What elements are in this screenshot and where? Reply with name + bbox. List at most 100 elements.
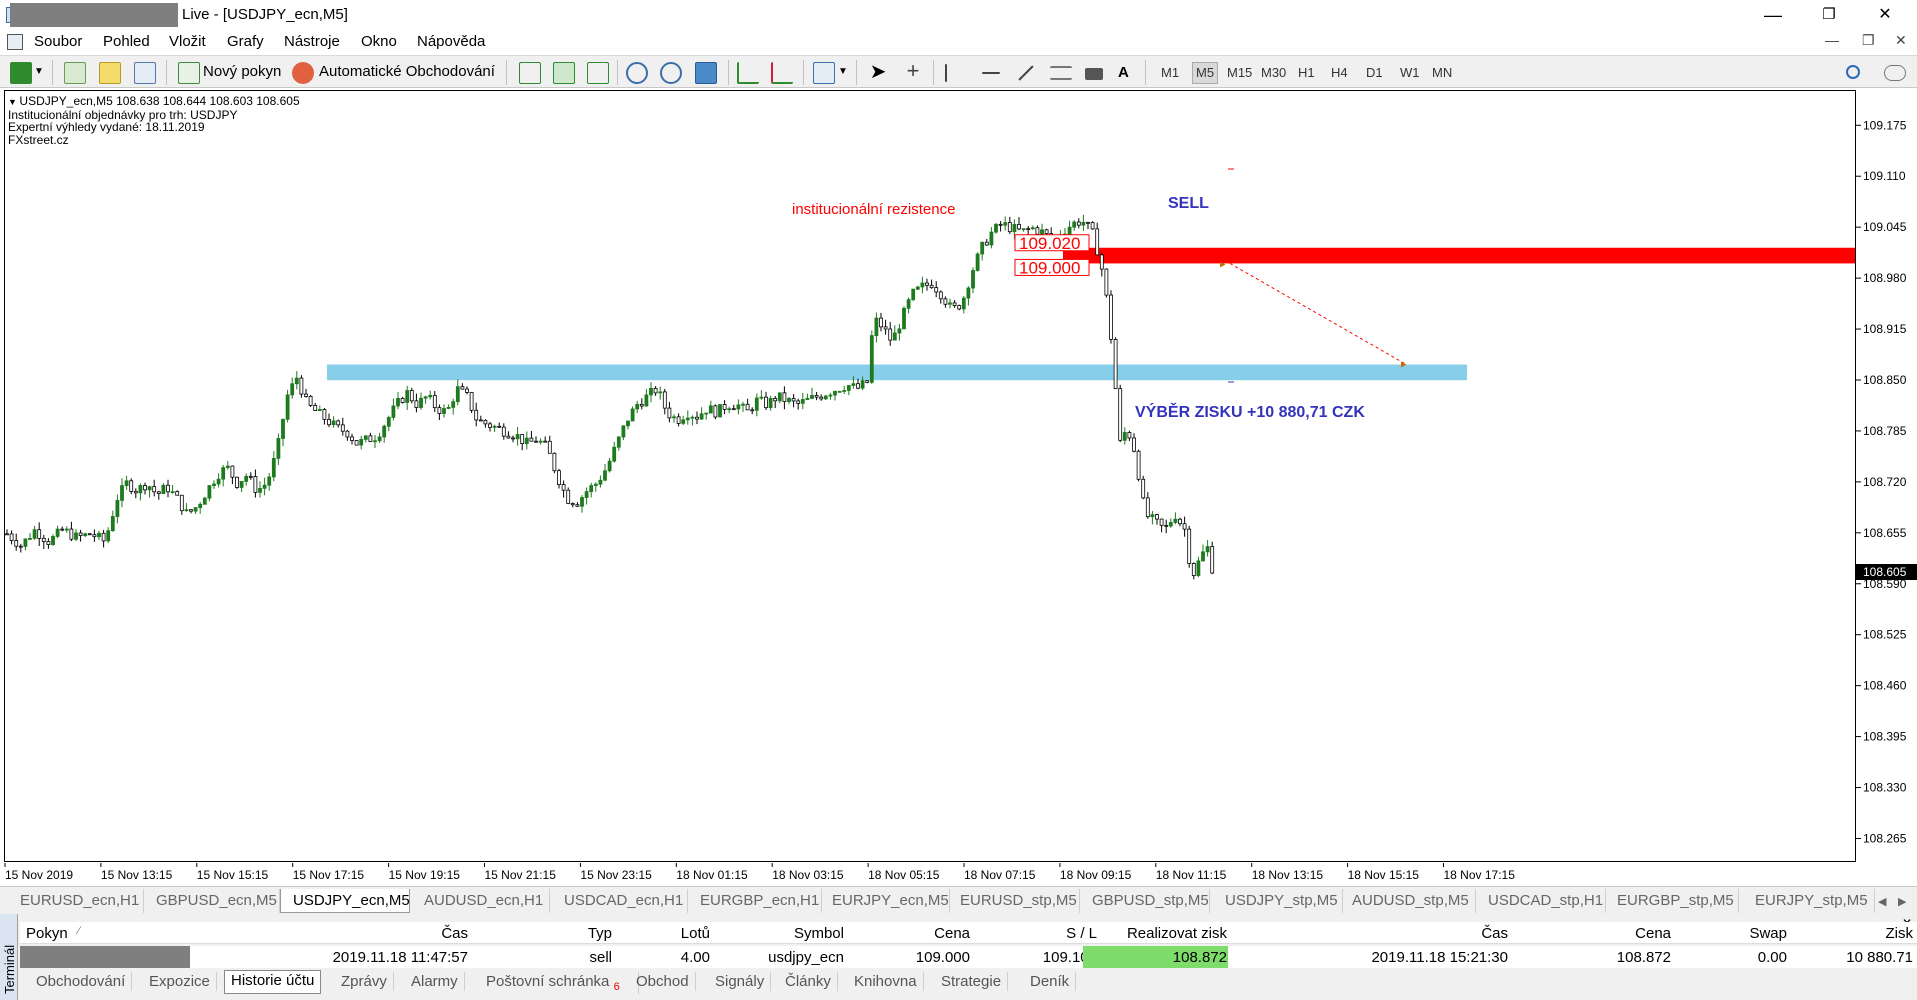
trendline-icon[interactable] [1018, 65, 1034, 81]
close-button[interactable]: ✕ [1862, 2, 1908, 28]
auto-trading-button[interactable]: Automatické Obchodování [319, 63, 495, 80]
candle-body [14, 540, 19, 547]
tabs-scroll-left-icon[interactable]: ◀ [1878, 889, 1892, 913]
vertical-line-icon[interactable] [945, 64, 947, 82]
chart-tab-audusd-ecn-h1[interactable]: AUDUSD_ecn,H1 [424, 889, 550, 913]
mdi-close-button[interactable]: ✕ [1895, 32, 1907, 49]
candlestick-chart[interactable]: ▸ ▸ 109.020 109.000 institucionální rezisten… [5, 91, 1856, 862]
fibonacci-icon[interactable] [1050, 66, 1072, 80]
tf-w1[interactable]: W1 [1400, 65, 1420, 80]
col-lotu[interactable]: Lotů [681, 925, 710, 942]
tab-knihovna[interactable]: Knihovna [848, 972, 924, 991]
terminal-side-bar[interactable]: Terminál [0, 914, 18, 1000]
candlestick-icon[interactable] [553, 62, 575, 84]
chart-tab-eurjpy-ecn-m5[interactable]: EURJPY_ecn,M5 [832, 889, 950, 913]
tabs-scroll-right-icon[interactable]: ▶ [1898, 889, 1912, 913]
chat-icon[interactable] [1884, 65, 1906, 81]
menu-okno[interactable]: Okno [361, 33, 397, 50]
tab-expozice[interactable]: Expozice [143, 972, 217, 991]
favorites-icon[interactable] [99, 62, 121, 84]
chart-window-icon[interactable] [7, 34, 23, 50]
chart-tab-usdjpy-stp-m5[interactable]: USDJPY_stp,M5 [1225, 889, 1343, 913]
indicators-icon[interactable] [813, 62, 835, 84]
chart-tab-audusd-stp-m5[interactable]: AUDUSD_stp,M5 [1352, 889, 1476, 913]
rectangle-icon[interactable] [1085, 68, 1103, 80]
new-order-button[interactable]: Nový pokyn [203, 63, 281, 80]
line-chart-icon[interactable] [587, 62, 609, 84]
market-watch-icon[interactable] [64, 62, 86, 84]
new-order-icon[interactable] [178, 62, 200, 84]
zoom-out-icon[interactable] [660, 62, 682, 84]
tf-h4[interactable]: H4 [1331, 65, 1348, 80]
menu-nastroje[interactable]: Nástroje [284, 33, 340, 50]
chart-tab-eurjpy-stp-m5[interactable]: EURJPY_stp,M5 [1755, 889, 1875, 913]
chart-tab-usdcad-ecn-h1[interactable]: USDCAD_ecn,H1 [564, 889, 688, 913]
mdi-restore-button[interactable]: ❐ [1862, 32, 1875, 49]
time-axis[interactable]: 15 Nov 2019 15 Nov 13:15 15 Nov 15:15 15 No… [0, 863, 1917, 885]
col-swap[interactable]: Swap [1749, 925, 1787, 942]
chart-tab-eurgbp-stp-m5[interactable]: EURGBP_stp,M5 [1617, 889, 1739, 913]
indicators-chevron-down-icon[interactable]: ▼ [838, 66, 848, 88]
chart-tab-gbpusd-ecn-m5[interactable]: GBPUSD_ecn,M5 [156, 889, 280, 913]
mdi-minimize-button[interactable]: — [1825, 32, 1839, 48]
chart-shift-icon[interactable] [771, 62, 793, 84]
auto-trading-icon[interactable] [292, 62, 314, 84]
menu-grafy[interactable]: Grafy [227, 33, 264, 50]
tab-zpravy[interactable]: Zprávy [335, 972, 394, 991]
text-tool-icon[interactable]: A [1118, 64, 1140, 86]
tf-m15[interactable]: M15 [1227, 65, 1252, 80]
crosshair-icon[interactable]: + [902, 58, 924, 83]
bar-chart-icon[interactable] [519, 62, 541, 84]
table-row[interactable]: 2019.11.18 11:47:57 sell 4.00 usdjpy_ecn… [20, 946, 1917, 968]
zoom-in-icon[interactable] [626, 62, 648, 84]
col-cas-close[interactable]: Čas [1481, 925, 1508, 942]
col-typ[interactable]: Typ [588, 925, 612, 942]
price-axis[interactable]: 109.175 109.110 109.045 108.980 108.915 108.8… [1856, 90, 1917, 862]
menu-napoveda[interactable]: Nápověda [417, 33, 485, 50]
chart-tab-eurusd-ecn-h1[interactable]: EURUSD_ecn,H1 [20, 889, 144, 913]
tab-postovni-schranka[interactable]: Poštovní schránka 6 [480, 972, 639, 994]
menu-vlozit[interactable]: Vložit [169, 33, 206, 50]
chart-tab-eurusd-stp-m5[interactable]: EURUSD_stp,M5 [960, 889, 1080, 913]
tf-d1[interactable]: D1 [1366, 65, 1383, 80]
chart-tab-gbpusd-stp-m5[interactable]: GBPUSD_stp,M5 [1092, 889, 1210, 913]
autoscroll-icon[interactable] [737, 62, 759, 84]
col-pokyn[interactable]: Pokyn [26, 925, 68, 942]
tab-obchod[interactable]: Obchod [630, 972, 696, 991]
tab-alarmy[interactable]: Alarmy [405, 972, 465, 991]
tab-strategie[interactable]: Strategie [935, 972, 1009, 991]
tab-obchodovani[interactable]: Obchodování [30, 972, 133, 991]
minimize-button[interactable]: — [1750, 2, 1796, 28]
navigator-icon[interactable] [134, 62, 156, 84]
menu-pohled[interactable]: Pohled [103, 33, 150, 50]
col-sl[interactable]: S / L [1066, 925, 1097, 942]
tf-mn[interactable]: MN [1432, 65, 1452, 80]
price-chart[interactable]: ▸ ▸ 109.020 109.000 institucionální rezisten… [4, 90, 1856, 862]
restore-button[interactable]: ❐ [1806, 2, 1852, 28]
new-chart-icon[interactable] [10, 62, 32, 84]
candle-body [842, 390, 847, 392]
chart-tab-usdcad-stp-h1[interactable]: USDCAD_stp,H1 [1488, 889, 1606, 913]
tab-signaly[interactable]: Signály [709, 972, 772, 991]
horizontal-line-icon[interactable] [982, 72, 1000, 74]
tab-clanky[interactable]: Články [779, 972, 838, 991]
chart-tab-eurgbp-ecn-h1[interactable]: EURGBP_ecn,H1 [700, 889, 822, 913]
col-cas[interactable]: Čas [441, 925, 468, 942]
chart-tab-usdjpy-ecn-m5[interactable]: USDJPY_ecn,M5 [280, 889, 410, 913]
tf-m1[interactable]: M1 [1161, 65, 1179, 80]
menu-soubor[interactable]: Soubor [34, 33, 82, 50]
search-icon[interactable] [1846, 65, 1860, 79]
col-cena-close[interactable]: Cena [1635, 925, 1671, 942]
tf-m5[interactable]: M5 [1192, 62, 1219, 84]
tf-m30[interactable]: M30 [1261, 65, 1286, 80]
col-symbol[interactable]: Symbol [794, 925, 844, 942]
col-tp[interactable]: Realizovat zisk [1127, 925, 1227, 942]
col-cena[interactable]: Cena [934, 925, 970, 942]
tab-historie-uctu[interactable]: Historie účtu [224, 970, 322, 994]
cursor-icon[interactable]: ➤ [867, 59, 889, 83]
chevron-down-icon[interactable]: ▼ [34, 66, 44, 88]
tab-denik[interactable]: Deník [1024, 972, 1077, 991]
tile-windows-icon[interactable] [695, 62, 717, 84]
tf-h1[interactable]: H1 [1298, 65, 1315, 80]
col-zisk[interactable]: Zisk [1886, 925, 1914, 942]
